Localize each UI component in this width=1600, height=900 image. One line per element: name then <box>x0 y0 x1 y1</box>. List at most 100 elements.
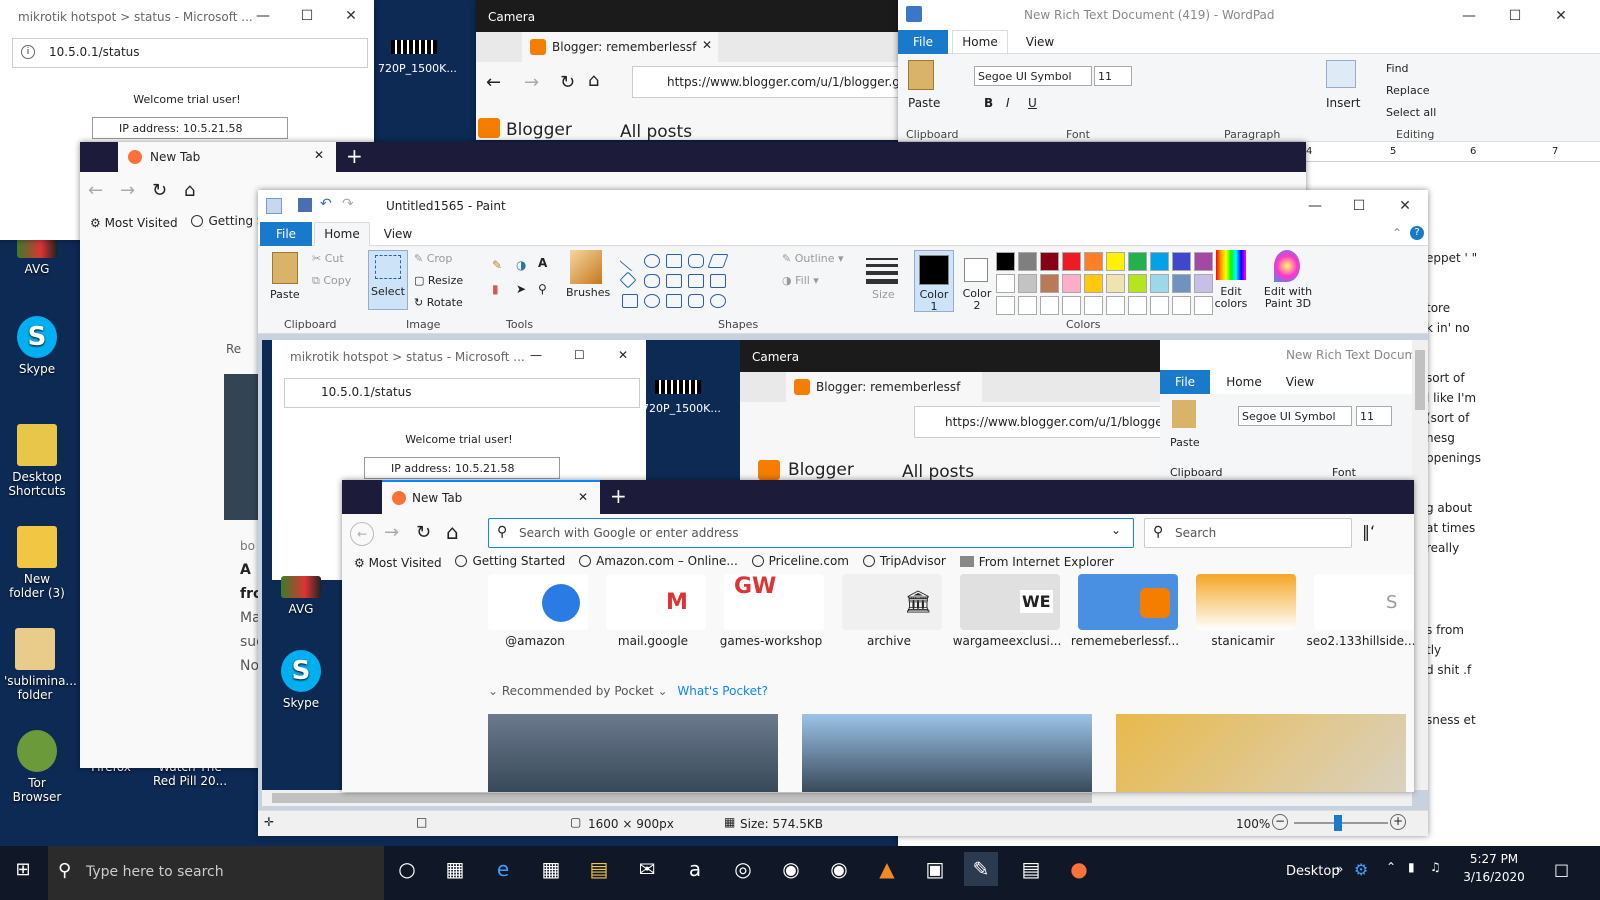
maximize-button[interactable]: ☐ <box>1492 0 1538 32</box>
line-shape-icon[interactable] <box>619 250 641 272</box>
color-swatch[interactable] <box>1128 274 1147 293</box>
color-swatch[interactable] <box>1040 296 1059 315</box>
paste-icon[interactable] <box>272 252 298 284</box>
color-swatch[interactable] <box>1172 274 1191 293</box>
forward-icon[interactable]: → <box>384 522 399 543</box>
minimize-button[interactable]: — <box>1446 0 1492 32</box>
left-arrow-shape-icon[interactable] <box>710 274 726 288</box>
bookmark-folder-ie[interactable]: From Internet Explorer <box>959 555 1114 569</box>
help-icon[interactable]: ? <box>1410 226 1424 240</box>
tab-home[interactable]: Home <box>952 30 1008 54</box>
back-icon[interactable]: ← <box>486 72 501 93</box>
color-swatch[interactable] <box>1128 296 1147 315</box>
start-button[interactable]: ⊞ <box>6 852 40 886</box>
volume-icon[interactable]: ♫ <box>1430 860 1441 874</box>
notifications-icon[interactable]: □ <box>1554 860 1569 879</box>
new-tab-tab[interactable]: New Tab ✕ <box>382 480 600 514</box>
color-swatch[interactable] <box>1040 274 1059 293</box>
story-image[interactable] <box>224 374 262 520</box>
oval-shape-icon[interactable] <box>644 254 660 268</box>
video-thumbnail[interactable]: 720P_1500K... <box>378 40 457 75</box>
rotate-button[interactable]: ↻ Rotate <box>414 296 463 309</box>
bookmark-most-visited[interactable]: ⚙ Most Visited <box>354 556 442 570</box>
wordpad-taskbar-icon[interactable]: ▤ <box>1014 852 1048 886</box>
bookmark-priceline[interactable]: Priceline.com <box>751 554 849 568</box>
search-input[interactable]: ⚲ Search <box>1144 518 1352 548</box>
firefox-taskbar-icon[interactable]: ● <box>1062 852 1096 886</box>
tripadvisor-icon[interactable]: ◎ <box>726 852 760 886</box>
close-button[interactable]: ✕ <box>1382 190 1428 222</box>
color-swatch[interactable] <box>1106 274 1125 293</box>
size-icon[interactable] <box>866 254 898 284</box>
horizontal-scrollbar[interactable] <box>262 790 1412 806</box>
color-swatch[interactable] <box>1040 252 1059 271</box>
top-site-tile[interactable]: M <box>606 574 706 630</box>
undo-icon[interactable]: ↶ <box>320 196 332 212</box>
home-icon[interactable]: ⌂ <box>184 180 195 201</box>
clock-time[interactable]: 5:27 PM <box>1458 852 1530 866</box>
desktop-icon-desktop-shortcuts[interactable]: Desktop Shortcuts <box>6 424 68 498</box>
task-view-icon[interactable]: ▦ <box>438 852 472 886</box>
tab-file[interactable]: File <box>898 30 948 54</box>
desktop-icon-skype[interactable]: S Skype <box>6 316 68 376</box>
color-swatch[interactable] <box>1062 274 1081 293</box>
star-five-shape-icon[interactable] <box>666 294 682 308</box>
camera-icon[interactable]: ▣ <box>918 852 952 886</box>
color-swatch[interactable] <box>1018 252 1037 271</box>
down-arrow-shape-icon[interactable] <box>622 294 638 308</box>
color-swatch[interactable] <box>1128 252 1147 271</box>
refresh-icon[interactable]: ↻ <box>560 72 575 93</box>
clock-date[interactable]: 3/16/2020 <box>1458 870 1530 884</box>
eraser-icon[interactable]: ▮ <box>492 282 499 296</box>
close-button[interactable]: ✕ <box>328 0 374 32</box>
brushes-icon[interactable] <box>570 250 602 284</box>
diamond-shape-icon[interactable] <box>619 271 637 289</box>
address-bar[interactable]: https://www.blogger.com/u/1/blogger.g <box>632 66 902 98</box>
right-arrow-shape-icon[interactable] <box>688 274 704 288</box>
show-hidden-icons[interactable]: ⌃ <box>1386 860 1396 874</box>
replace-button[interactable]: Replace <box>1386 84 1430 97</box>
magnifier-icon[interactable]: ⚲ <box>538 282 547 296</box>
pocket-story-image[interactable] <box>488 714 778 792</box>
edit-colors-icon[interactable] <box>1216 250 1246 280</box>
bookmark-tripadvisor[interactable]: TripAdvisor <box>862 554 946 568</box>
pentagon-shape-icon[interactable] <box>644 274 660 288</box>
select-button[interactable]: Select <box>368 250 408 310</box>
desktop-icon-subliminal-folder[interactable]: 'sublimina... folder <box>4 628 77 702</box>
media-player-icon[interactable]: ◉ <box>822 852 856 886</box>
chevron-down-icon[interactable]: ⌄ <box>488 684 502 698</box>
outline-button[interactable]: ✎ Outline ▾ <box>782 252 844 265</box>
edge-icon[interactable]: e <box>486 852 520 886</box>
store-icon[interactable]: ▦ <box>534 852 568 886</box>
vlc-icon[interactable]: ▲ <box>870 852 904 886</box>
top-site-tile[interactable]: S <box>1314 574 1414 630</box>
new-tab-icon[interactable]: + <box>346 144 363 168</box>
chevron-down-icon[interactable]: ⌄ <box>1111 523 1121 537</box>
insert-icon[interactable] <box>1326 60 1356 88</box>
minimize-button[interactable]: — <box>240 0 286 32</box>
color-swatch[interactable] <box>1018 274 1037 293</box>
battery-icon[interactable]: ▮ <box>1408 860 1415 874</box>
maximize-button[interactable]: ☐ <box>284 0 330 32</box>
top-site-tile[interactable] <box>488 574 588 630</box>
color-swatch[interactable] <box>1084 274 1103 293</box>
color-swatch[interactable] <box>1150 274 1169 293</box>
new-tab-icon[interactable]: + <box>610 484 627 508</box>
maximize-button[interactable]: ☐ <box>1336 190 1382 222</box>
color-swatch[interactable] <box>1172 252 1191 271</box>
top-site-tile[interactable] <box>1078 574 1178 630</box>
chevron-down-icon[interactable]: ⌄ <box>658 684 668 698</box>
bookmark-getting-started[interactable]: Getting Started <box>455 554 565 568</box>
home-icon[interactable]: ⌂ <box>446 520 459 544</box>
color-swatch[interactable] <box>1106 252 1125 271</box>
taskbar-search-box[interactable]: ⚲ Type here to search <box>48 846 384 900</box>
color-swatch[interactable] <box>1150 252 1169 271</box>
top-site-tile[interactable]: GW <box>724 574 824 630</box>
close-button[interactable]: ✕ <box>1538 0 1584 32</box>
find-button[interactable]: Find <box>1386 62 1409 75</box>
pencil-icon[interactable]: ✎ <box>492 258 502 272</box>
polygon-shape-icon[interactable] <box>707 254 729 268</box>
color-swatch[interactable] <box>1084 252 1103 271</box>
library-icon[interactable]: ‖‘ <box>1362 522 1375 541</box>
pocket-story-image[interactable] <box>1116 714 1406 792</box>
